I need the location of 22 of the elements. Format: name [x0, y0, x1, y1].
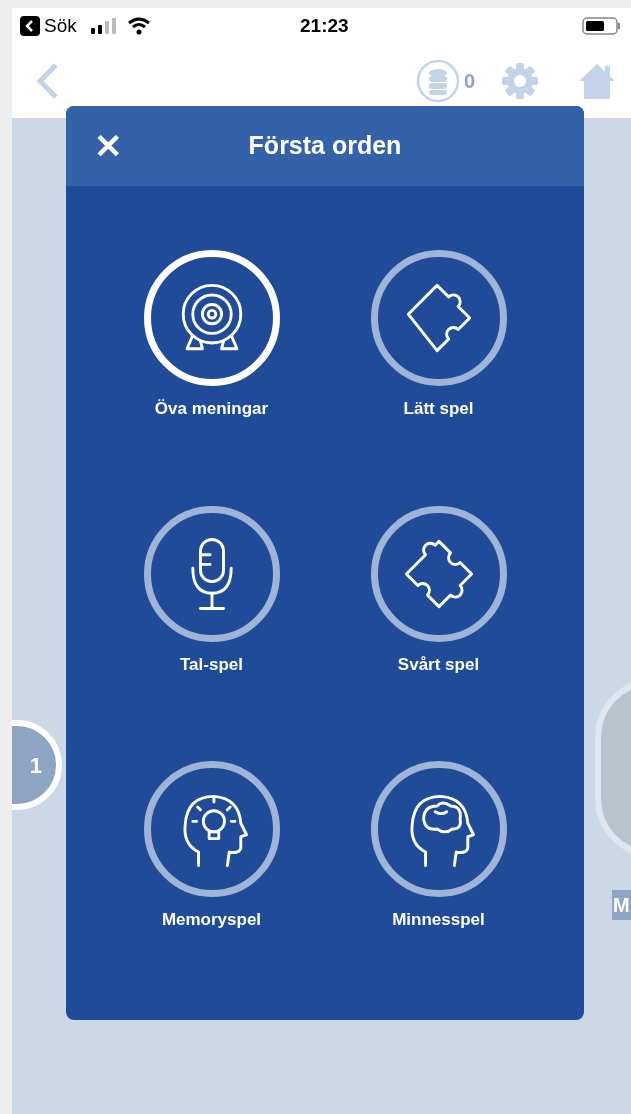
close-button[interactable]: ✕: [88, 126, 128, 166]
level-label: M: [612, 890, 631, 920]
coins-icon: [415, 59, 460, 103]
game-label[interactable]: Tal-spel: [180, 651, 243, 677]
game-button[interactable]: [143, 505, 280, 642]
game-label[interactable]: Minnesspel: [392, 907, 485, 933]
game-button[interactable]: [370, 761, 507, 897]
wifi-icon: [126, 17, 151, 35]
game-button[interactable]: [370, 505, 507, 642]
game-label[interactable]: Memoryspel: [161, 907, 262, 933]
dialog-title: Första orden: [248, 130, 402, 162]
status-time: 21:23: [300, 13, 349, 38]
game-button[interactable]: [370, 250, 507, 386]
back-label[interactable]: Sök: [44, 11, 77, 41]
signal-icon: [90, 18, 119, 34]
back-icon[interactable]: [20, 16, 40, 36]
game-label[interactable]: Öva meningar: [154, 396, 269, 422]
coin-count: 0: [463, 69, 475, 94]
game-button[interactable]: [143, 761, 280, 897]
battery-icon: [582, 17, 622, 35]
game-label[interactable]: Svårt spel: [397, 651, 480, 677]
game-label[interactable]: Lätt spel: [403, 396, 474, 422]
